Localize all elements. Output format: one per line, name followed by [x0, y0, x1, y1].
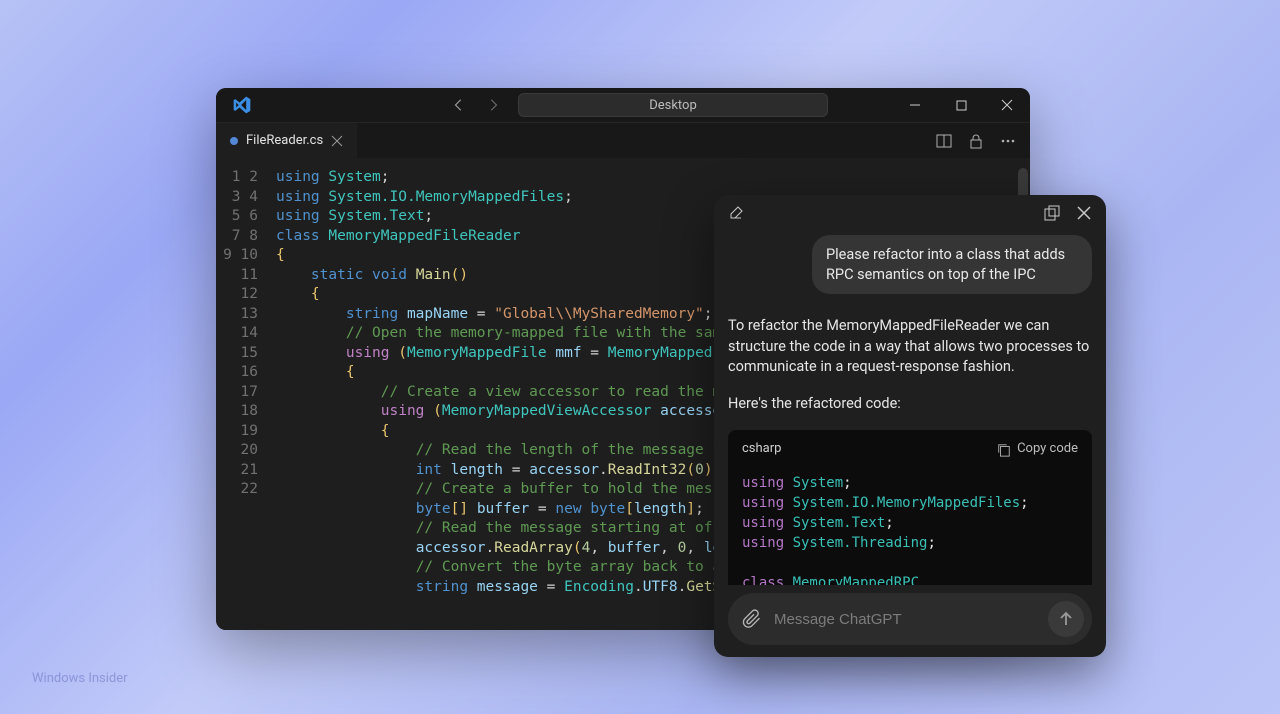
line-gutter: 1 2 3 4 5 6 7 8 9 10 11 12 13 14 15 16 1… — [216, 168, 276, 630]
lock-icon[interactable] — [968, 133, 984, 149]
nav-back-icon[interactable] — [452, 98, 466, 112]
titlebar-search[interactable]: Desktop — [518, 93, 828, 117]
chat-header — [714, 195, 1106, 231]
tab-close-icon[interactable] — [331, 135, 343, 147]
assistant-message: To refactor the MemoryMappedFileReader w… — [728, 316, 1092, 585]
tab-filereader[interactable]: FileReader.cs — [216, 123, 357, 158]
chat-input-bar — [728, 593, 1092, 645]
send-button[interactable] — [1048, 601, 1084, 637]
code-block-content: using System; using System.IO.MemoryMapp… — [728, 469, 1092, 585]
code-language: csharp — [742, 440, 781, 458]
chat-close-icon[interactable] — [1076, 205, 1092, 221]
user-message: Please refactor into a class that adds R… — [812, 235, 1092, 294]
chat-panel: Please refactor into a class that adds R… — [714, 195, 1106, 657]
split-editor-icon[interactable] — [936, 133, 952, 149]
tab-bar: FileReader.cs — [216, 122, 1030, 158]
window-close[interactable] — [984, 88, 1030, 122]
popout-icon[interactable] — [1044, 205, 1060, 221]
vscode-icon — [232, 95, 252, 115]
nav-forward-icon[interactable] — [486, 98, 500, 112]
chat-input[interactable] — [774, 611, 1036, 628]
watermark-text: Windows Insider — [32, 671, 128, 686]
titlebar: Desktop — [216, 88, 1030, 122]
copy-code-label: Copy code — [1017, 440, 1078, 458]
attachment-icon[interactable] — [742, 609, 762, 629]
file-type-icon — [230, 137, 238, 145]
assistant-paragraph: Here's the refactored code: — [728, 394, 1092, 415]
titlebar-search-text: Desktop — [649, 98, 697, 113]
window-maximize[interactable] — [938, 88, 984, 122]
chat-body: Please refactor into a class that adds R… — [714, 231, 1106, 585]
compose-icon[interactable] — [728, 205, 744, 221]
assistant-paragraph: To refactor the MemoryMappedFileReader w… — [728, 316, 1092, 378]
tab-bar-actions — [936, 123, 1030, 158]
tab-label: FileReader.cs — [246, 133, 323, 148]
code-block: csharp Copy code using System; using Sys… — [728, 430, 1092, 585]
more-icon[interactable] — [1000, 133, 1016, 149]
copy-code-button[interactable]: Copy code — [997, 440, 1078, 458]
window-minimize[interactable] — [892, 88, 938, 122]
